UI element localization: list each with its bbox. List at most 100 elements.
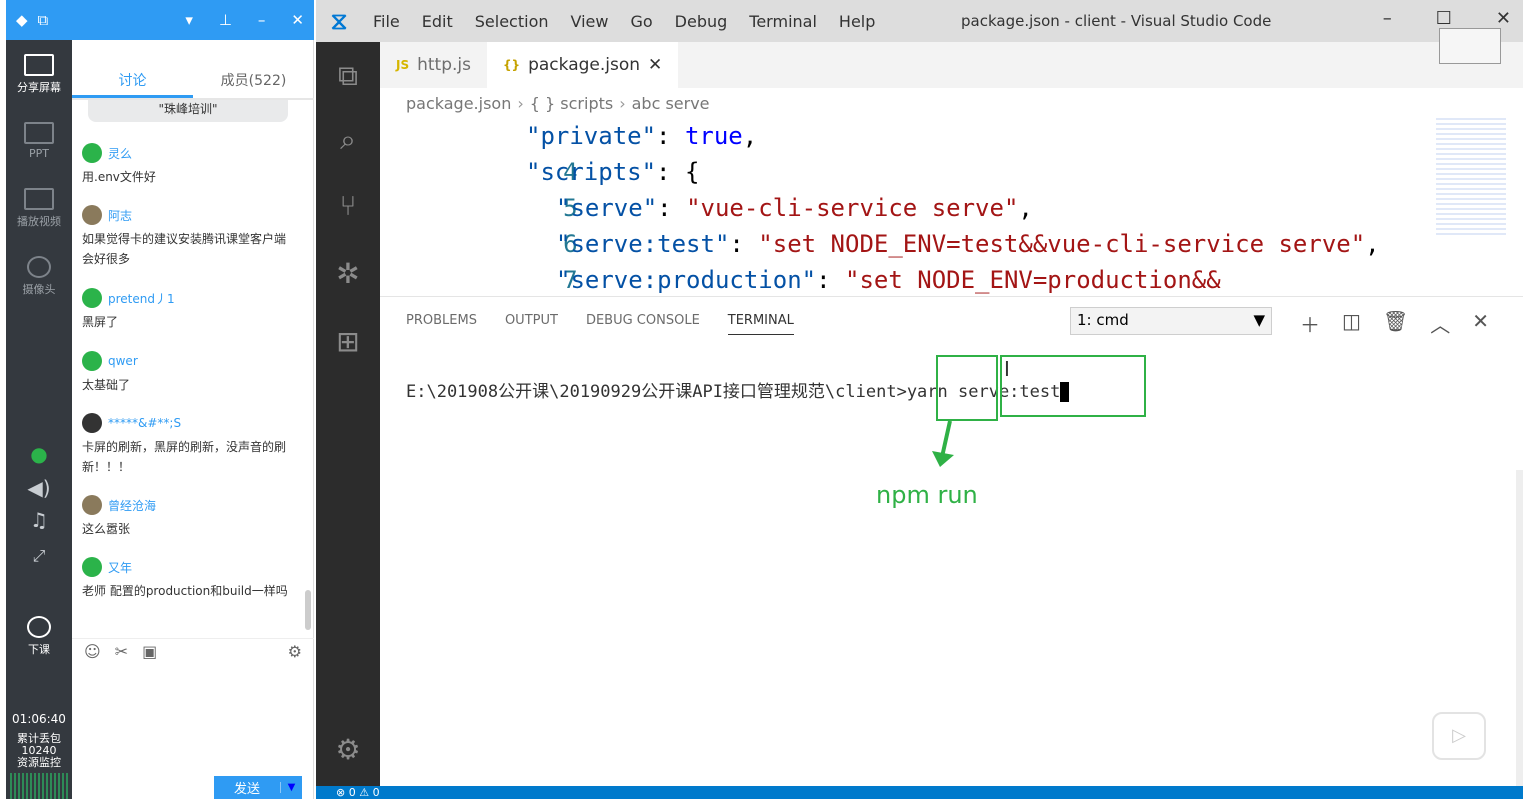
menu-view[interactable]: View — [560, 12, 620, 31]
minimize-icon[interactable]: – — [258, 11, 266, 29]
titlebar: ⧖ File Edit Selection View Go Debug Term… — [316, 0, 1523, 42]
code-line: 7 "serve:test": "set NODE_ENV=test&&vue-… — [380, 226, 1380, 294]
window-title: package.json - client - Visual Studio Co… — [961, 12, 1272, 30]
tab-close-icon[interactable]: ✕ — [648, 55, 662, 75]
avatar — [82, 143, 102, 163]
breadcrumb-file[interactable]: package.json — [406, 94, 511, 113]
chat-panel: ◆ ⧉ ▾ ⊥ – ✕ 讨论 成员(522) "珠峰培训" 灵么 用.env文件好… — [6, 0, 314, 799]
json-key: "private" — [526, 122, 657, 150]
chat-scrollbar[interactable] — [305, 590, 311, 630]
highlight-box-yarn — [936, 355, 998, 421]
message-author[interactable]: qwer — [108, 354, 138, 368]
tab-http-js[interactable]: JS http.js — [380, 42, 487, 88]
menu-help[interactable]: Help — [828, 12, 886, 31]
tab-package-json[interactable]: {} package.json ✕ — [487, 42, 679, 88]
problems-status[interactable]: ⊗ 0 ⚠ 0 — [336, 786, 380, 799]
minimap[interactable] — [1436, 118, 1506, 238]
new-terminal-icon[interactable]: ＋ — [1300, 309, 1320, 338]
menu-terminal[interactable]: Terminal — [738, 12, 828, 31]
message-author[interactable]: 灵么 — [108, 145, 132, 162]
highlight-box-script — [1000, 355, 1146, 417]
breadcrumb-scripts[interactable]: { } scripts — [530, 94, 613, 113]
avatar — [82, 413, 102, 433]
message-author[interactable]: 阿志 — [108, 207, 132, 224]
message-text: 老师 配置的production和build一样吗 — [82, 584, 288, 598]
network-stats: 累计丢包 10240 资源监控 — [6, 733, 72, 769]
trash-icon[interactable]: 🗑 — [1383, 309, 1408, 338]
dropdown-icon[interactable]: ▾ — [185, 11, 193, 29]
tab-terminal[interactable]: TERMINAL — [727, 313, 794, 335]
close-icon[interactable]: ✕ — [291, 11, 304, 29]
debug-icon[interactable]: ✲ — [316, 242, 380, 306]
logo-icon: ◆ — [16, 11, 28, 29]
split-terminal-icon[interactable]: ◫ — [1342, 309, 1361, 338]
tab-output[interactable]: OUTPUT — [505, 313, 558, 335]
fullscreen-icon[interactable]: ⤢ — [6, 546, 72, 566]
message-author[interactable]: 曾经沧海 — [108, 497, 156, 514]
menu-debug[interactable]: Debug — [664, 12, 739, 31]
pin-icon[interactable]: ⊥ — [219, 11, 232, 29]
player-overlay-icon[interactable]: ▷ — [1432, 712, 1486, 760]
chevron-right-icon: › — [517, 93, 524, 113]
music-icon[interactable]: ♫ — [6, 508, 72, 532]
json-key: "serve" — [556, 194, 658, 222]
message-author[interactable]: 又年 — [108, 559, 132, 576]
message-text: 用.env文件好 — [82, 170, 156, 184]
ppt-button[interactable]: PPT — [6, 122, 72, 160]
play-video-button[interactable]: 播放视频 — [6, 188, 72, 229]
send-button[interactable]: 发送 ▼ — [214, 776, 302, 799]
chat-message: 又年 老师 配置的production和build一样吗 — [82, 556, 300, 601]
search-icon[interactable]: ⌕ — [316, 108, 380, 172]
resource-monitor-label: 资源监控 — [17, 756, 61, 769]
extensions-icon[interactable]: ⊞ — [316, 310, 380, 374]
maximize-icon[interactable]: ☐ — [1436, 8, 1452, 29]
panel-scrollbar[interactable] — [1516, 470, 1523, 786]
json-value: "set NODE_ENV=production&& — [845, 266, 1221, 294]
terminal-select[interactable]: 1: cmd ▼ — [1070, 307, 1272, 335]
menu-go[interactable]: Go — [619, 12, 663, 31]
chevron-up-icon[interactable]: ︿ — [1430, 309, 1450, 338]
breadcrumb-serve[interactable]: abc serve — [632, 94, 710, 113]
tab-members[interactable]: 成员(522) — [193, 66, 314, 98]
menu-bar: File Edit Selection View Go Debug Termin… — [362, 12, 886, 31]
message-author[interactable]: *****&#**;S — [108, 416, 181, 430]
popout-icon[interactable]: ⧉ — [38, 11, 49, 29]
end-class-button[interactable]: 下课 — [6, 616, 72, 657]
code-editor[interactable]: 4 "private": true, 5 "scripts": { 6 "ser… — [380, 118, 1430, 296]
share-screen-button[interactable]: 分享屏幕 — [6, 54, 72, 95]
close-panel-icon[interactable]: ✕ — [1472, 309, 1489, 338]
speaker-icon[interactable]: ◀) — [6, 476, 72, 500]
tab-label: http.js — [417, 55, 471, 75]
chat-toolbar: ☺ ✂ ▣ ⚙ — [72, 638, 314, 664]
json-value: "vue-cli-service serve" — [686, 194, 1019, 222]
chat-message: qwer 太基础了 — [82, 350, 300, 395]
send-options-icon[interactable]: ▼ — [280, 782, 302, 793]
camera-button[interactable]: 摄像头 — [6, 256, 72, 297]
source-control-icon[interactable]: ⑂ — [316, 174, 380, 238]
image-icon[interactable]: ▣ — [142, 642, 157, 661]
json-key: "serve:test" — [556, 230, 730, 258]
minimize-icon[interactable]: – — [1383, 8, 1392, 29]
code-line: 8 "serve:production": "set NODE_ENV=prod… — [556, 266, 1221, 294]
explorer-icon[interactable]: ⧉ — [316, 44, 380, 108]
tab-debug-console[interactable]: DEBUG CONSOLE — [586, 313, 700, 335]
tab-discussion[interactable]: 讨论 — [72, 66, 193, 98]
chevron-down-icon: ▼ — [1253, 311, 1265, 329]
emoji-icon[interactable]: ☺ — [84, 642, 101, 661]
chat-message: 灵么 用.env文件好 — [82, 142, 300, 187]
menu-selection[interactable]: Selection — [464, 12, 560, 31]
close-icon[interactable]: ✕ — [1496, 8, 1511, 29]
window-controls: – ☐ ✕ — [1383, 8, 1511, 29]
menu-file[interactable]: File — [362, 12, 411, 31]
tab-problems[interactable]: PROBLEMS — [406, 313, 477, 335]
message-author[interactable]: pretend丿1 — [108, 290, 175, 307]
menu-edit[interactable]: Edit — [411, 12, 464, 31]
settings-gear-icon[interactable]: ⚙ — [316, 718, 380, 782]
classroom-rail: 分享屏幕 PPT 播放视频 摄像头 ● ◀) ♫ ⤢ 下课 01:06:40 累… — [6, 0, 72, 799]
annotation-text: npm run — [876, 481, 978, 509]
scissors-icon[interactable]: ✂ — [115, 642, 128, 661]
microphone-icon[interactable]: ● — [6, 442, 72, 466]
settings-icon[interactable]: ⚙ — [288, 642, 302, 661]
avatar — [82, 495, 102, 515]
end-class-icon — [27, 616, 51, 638]
